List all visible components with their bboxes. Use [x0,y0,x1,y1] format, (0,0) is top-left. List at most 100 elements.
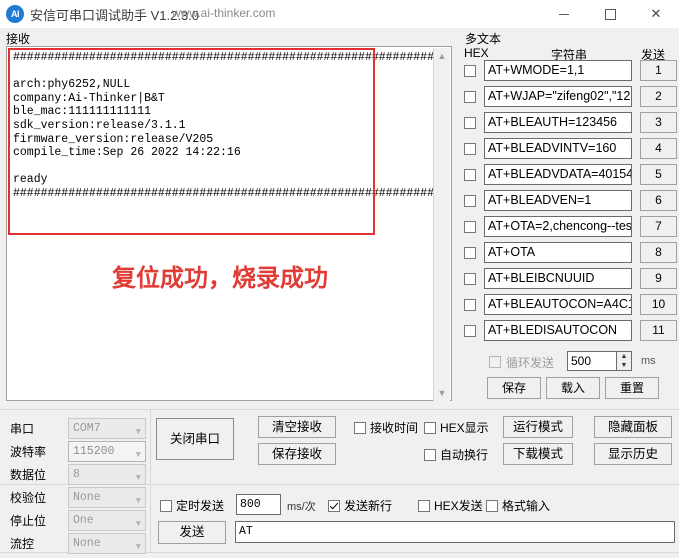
divider-top [0,409,679,410]
serial-config-select[interactable]: None ▼ [68,533,146,554]
spinner-down-icon[interactable]: ▼ [617,361,631,370]
chevron-down-icon[interactable]: ▼ [136,515,141,534]
serial-config-label: 串口 [10,422,35,436]
maximize-button[interactable] [587,0,633,28]
multitext-command-input[interactable]: AT+WMODE=1,1 [484,60,632,81]
loop-interval-spinner[interactable]: ▲ ▼ [617,351,632,371]
multitext-hex-checkbox[interactable] [464,117,476,129]
serial-config-select[interactable]: 8 ▼ [68,464,146,485]
save-receive-button[interactable]: 保存接收 [258,443,336,465]
auto-wrap-checkbox[interactable]: 自动换行 [424,446,488,463]
multitext-send-button[interactable]: 3 [640,112,677,133]
receive-content: ########################################… [13,51,433,200]
loop-interval-input[interactable]: 500 [567,351,617,371]
multitext-send-button[interactable]: 7 [640,216,677,237]
multitext-hex-checkbox[interactable] [464,247,476,259]
multitext-send-button[interactable]: 8 [640,242,677,263]
multitext-send-button[interactable]: 4 [640,138,677,159]
app-logo-icon: AI [6,5,24,23]
multitext-row: AT+WMODE=1,1 1 [462,60,677,82]
hex-display-label: HEX显示 [440,421,489,435]
serial-config-row: 数据位 8 ▼ [6,464,146,485]
vendor-url: www.ai-thinker.com [172,6,276,20]
serial-config-select[interactable]: COM7 ▼ [68,418,146,439]
checkbox-icon [424,449,436,461]
minimize-button[interactable] [541,0,587,28]
multitext-send-button[interactable]: 9 [640,268,677,289]
multitext-send-button[interactable]: 2 [640,86,677,107]
multitext-row: AT+BLEADVINTV=160 4 [462,138,677,160]
serial-config-select[interactable]: None ▼ [68,487,146,508]
multitext-command-input[interactable]: AT+BLEADVDATA=401546 [484,164,632,185]
hex-send-checkbox[interactable]: HEX发送 [418,497,483,514]
multitext-hex-checkbox[interactable] [464,325,476,337]
chevron-down-icon[interactable]: ▼ [136,446,141,465]
timed-send-label: 定时发送 [176,499,225,513]
serial-config-label: 停止位 [10,514,47,528]
multitext-command-input[interactable]: AT+OTA=2,chencong--test [484,216,632,237]
save-multitext-button[interactable]: 保存 [487,377,541,399]
clear-receive-button[interactable]: 清空接收 [258,416,336,438]
chevron-down-icon[interactable]: ▼ [136,538,141,557]
scroll-down-icon[interactable]: ▼ [434,385,450,401]
multitext-command-input[interactable]: AT+BLEDISAUTOCON [484,320,632,341]
multitext-send-button[interactable]: 5 [640,164,677,185]
multitext-hex-checkbox[interactable] [464,299,476,311]
multitext-send-button[interactable]: 6 [640,190,677,211]
receive-textarea[interactable]: ########################################… [6,46,452,401]
load-multitext-button[interactable]: 载入 [546,377,600,399]
spinner-up-icon[interactable]: ▲ [617,352,631,361]
timed-unit-label: ms/次 [287,501,316,513]
loop-send-label: 循环发送 [506,356,555,370]
multitext-row: AT+BLEAUTOCON=A4C13 10 [462,294,677,316]
multitext-hex-checkbox[interactable] [464,221,476,233]
multitext-hex-checkbox[interactable] [464,273,476,285]
download-mode-button[interactable]: 下载模式 [503,443,573,465]
divider-vertical [150,410,151,552]
scroll-up-icon[interactable]: ▲ [434,48,450,64]
multitext-command-input[interactable]: AT+BLEADVINTV=160 [484,138,632,159]
run-mode-button[interactable]: 运行模式 [503,416,573,438]
multitext-hex-checkbox[interactable] [464,91,476,103]
send-newline-checkbox[interactable]: 发送新行 [328,497,392,514]
show-history-button[interactable]: 显示历史 [594,443,672,465]
multitext-hex-checkbox[interactable] [464,169,476,181]
multitext-row: AT+BLEIBCNUUID 9 [462,268,677,290]
close-button[interactable]: ✕ [633,0,679,28]
chevron-down-icon[interactable]: ▼ [136,423,141,442]
timed-send-checkbox[interactable]: 定时发送 [160,497,224,514]
serial-config-select[interactable]: 115200 ▼ [68,441,146,462]
reset-multitext-button[interactable]: 重置 [605,377,659,399]
timed-interval-input[interactable]: 800 [236,494,281,515]
receive-time-checkbox[interactable]: 接收时间 [354,419,418,436]
chevron-down-icon[interactable]: ▼ [136,469,141,488]
hex-send-label: HEX发送 [434,499,483,513]
multitext-send-button[interactable]: 1 [640,60,677,81]
receive-scrollbar[interactable]: ▲ ▼ [433,48,450,401]
multitext-hex-checkbox[interactable] [464,195,476,207]
format-input-checkbox[interactable]: 格式输入 [486,497,550,514]
multitext-command-input[interactable]: AT+BLEIBCNUUID [484,268,632,289]
multitext-send-button[interactable]: 10 [640,294,677,315]
multitext-send-button[interactable]: 11 [640,320,677,341]
multitext-command-input[interactable]: AT+BLEAUTOCON=A4C13 [484,294,632,315]
multitext-command-input[interactable]: AT+BLEADVEN=1 [484,190,632,211]
multitext-command-input[interactable]: AT+BLEAUTH=123456 [484,112,632,133]
close-icon: ✕ [650,6,662,21]
multitext-hex-checkbox[interactable] [464,65,476,77]
serial-config-row: 停止位 One ▼ [6,510,146,531]
close-port-button[interactable]: 关闭串口 [156,418,234,460]
multitext-row: AT+BLEADVDATA=401546 5 [462,164,677,186]
send-button[interactable]: 发送 [158,521,226,544]
loop-send-checkbox[interactable] [489,356,501,368]
multitext-command-input[interactable]: AT+WJAP="zifeng02","123 [484,86,632,107]
multitext-hex-checkbox[interactable] [464,143,476,155]
multitext-command-input[interactable]: AT+OTA [484,242,632,263]
send-input[interactable]: AT [235,521,675,543]
chevron-down-icon[interactable]: ▼ [136,492,141,511]
serial-config-select[interactable]: One ▼ [68,510,146,531]
hide-panel-button[interactable]: 隐藏面板 [594,416,672,438]
hex-display-checkbox[interactable]: HEX显示 [424,419,489,436]
multitext-row: AT+OTA 8 [462,242,677,264]
maximize-icon [604,9,616,21]
